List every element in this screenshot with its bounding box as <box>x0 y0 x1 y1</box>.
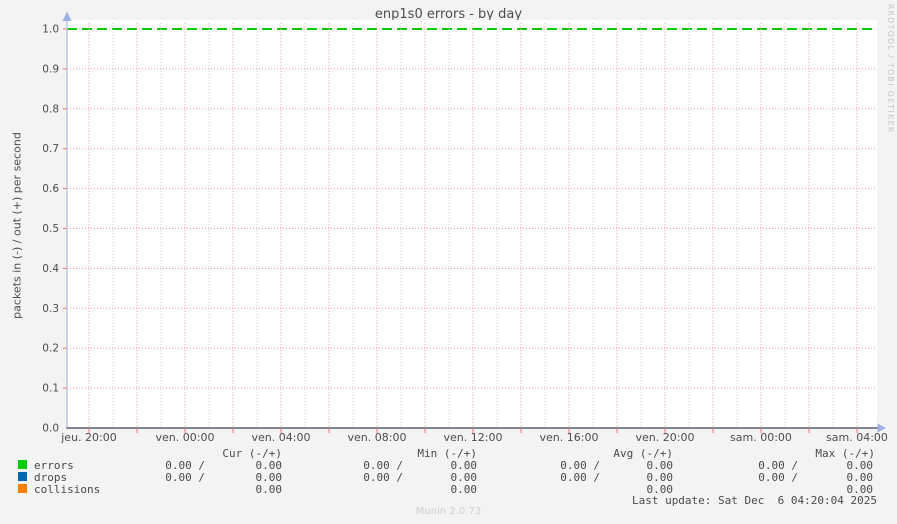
y-tick-label: 0.7 <box>42 143 59 155</box>
plot-background <box>67 20 877 428</box>
y-tick-label: 0.2 <box>42 343 59 355</box>
y-tick-label: 0.1 <box>42 383 59 395</box>
legend-swatch-drops <box>18 472 27 481</box>
x-tick-label: ven. 08:00 <box>348 431 407 444</box>
x-tick-label: ven. 20:00 <box>636 431 695 444</box>
chart-plot: 0.0 0.1 0.2 0.3 0.4 0.5 0.6 0.7 0.8 0.9 1.0 jeu. 20… <box>42 11 888 444</box>
y-tick-label: 0.0 <box>42 423 59 435</box>
y-tick-label: 0.5 <box>42 223 59 235</box>
munin-graph: enp1s0 errors - by day packets in (-) / … <box>0 0 897 524</box>
y-tick-label: 1.0 <box>42 24 59 36</box>
y-tick-label: 0.9 <box>42 63 59 75</box>
y-tick-label: 0.6 <box>42 183 59 195</box>
legend-value: 0.00 <box>255 483 283 496</box>
legend-swatch-collisions <box>18 484 27 493</box>
legend-value: 0.00 / <box>758 471 798 484</box>
x-tick-label: ven. 16:00 <box>540 431 599 444</box>
x-tick-label: sam. 04:00 <box>826 431 888 444</box>
legend-value: 0.00 / <box>363 471 403 484</box>
legend-value: 0.00 / <box>560 471 600 484</box>
legend-value: 0.00 / <box>165 471 205 484</box>
y-axis-arrow <box>62 11 72 21</box>
munin-version: Munin 2.0.73 <box>415 506 482 517</box>
legend-value: 0.00 <box>450 483 478 496</box>
x-tick-label: ven. 00:00 <box>156 431 215 444</box>
y-tick-label: 0.3 <box>42 303 59 315</box>
y-tick-label: 0.4 <box>42 263 59 275</box>
x-tick-label: ven. 04:00 <box>252 431 311 444</box>
legend-swatch-errors <box>18 460 27 469</box>
y-tick-label: 0.8 <box>42 103 59 115</box>
x-tick-label: ven. 12:00 <box>444 431 503 444</box>
x-tick-label: jeu. 20:00 <box>60 431 117 444</box>
legend-label-collisions: collisions <box>34 483 101 496</box>
x-tick-label: sam. 00:00 <box>730 431 792 444</box>
